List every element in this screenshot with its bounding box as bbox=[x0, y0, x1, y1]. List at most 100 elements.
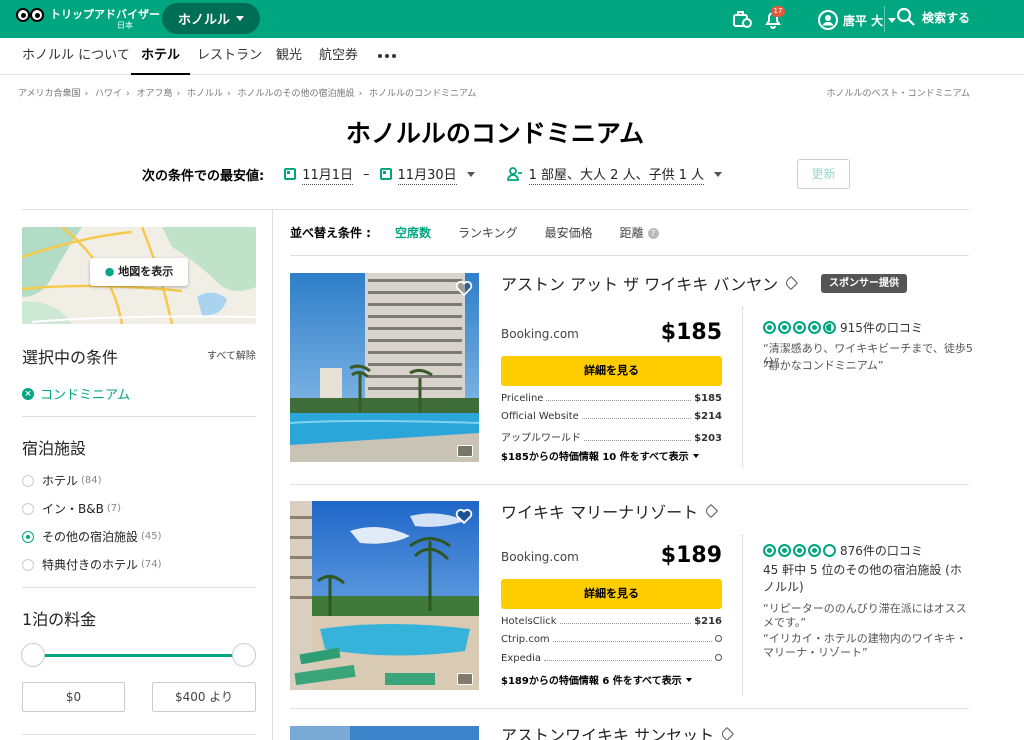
review-count: 876件の口コミ bbox=[840, 544, 923, 558]
tab-attractions[interactable]: 観光 bbox=[276, 38, 302, 75]
date-label: 次の条件での最安値: bbox=[142, 168, 265, 184]
sponsored-badge: スポンサー提供 bbox=[821, 274, 907, 293]
hotel-photo[interactable] bbox=[290, 273, 479, 462]
chevron-down-icon[interactable] bbox=[714, 171, 723, 177]
divider bbox=[22, 734, 256, 735]
update-button[interactable]: 更新 bbox=[797, 159, 850, 189]
price-slider-track[interactable] bbox=[34, 654, 244, 657]
guests-selector[interactable]: 1 部屋、大人 2 人、子供 1 人 bbox=[528, 164, 705, 185]
hotel-name-text: アストン アット ザ ワイキキ バンヤン bbox=[501, 275, 779, 294]
checkin-date[interactable]: 11月1日 bbox=[302, 164, 354, 185]
breadcrumb-item[interactable]: オアフ島 bbox=[137, 89, 173, 99]
filter-label: ホテル bbox=[42, 474, 79, 488]
chevron-down-icon bbox=[888, 17, 897, 23]
geo-selector[interactable]: ホノルル bbox=[162, 3, 261, 34]
filter-perks[interactable]: 特典付きのホテル (74) bbox=[22, 556, 162, 573]
sort-availability[interactable]: 空席数 bbox=[395, 224, 431, 241]
tab-hotels[interactable]: ホテル bbox=[131, 38, 191, 75]
breadcrumb: アメリカ合衆国 › ハワイ › オアフ島 › ホノルル › ホノルルのその他の宿泊施設 ›… bbox=[18, 89, 477, 99]
radio-button[interactable] bbox=[22, 474, 34, 487]
divider bbox=[742, 535, 743, 695]
tab-flights[interactable]: 航空券 bbox=[319, 38, 358, 75]
radio-button[interactable] bbox=[22, 502, 34, 515]
best-condos-link[interactable]: ホノルルのベスト・コンドミニアム bbox=[826, 86, 970, 99]
rating[interactable]: 915件の口コミ bbox=[763, 319, 923, 336]
show-map-button[interactable]: ● 地図を表示 bbox=[90, 258, 188, 286]
sort-ranking[interactable]: ランキング bbox=[458, 224, 518, 241]
rating[interactable]: 876件の口コミ bbox=[763, 542, 923, 559]
sort-bar: 並べ替え条件 : 空席数 ランキング 最安価格 距離? bbox=[290, 224, 686, 241]
radio-button-selected[interactable] bbox=[22, 530, 34, 543]
offer-row[interactable]: Ctrip.com bbox=[501, 634, 722, 645]
hotel-name[interactable]: アストン アット ザ ワイキキ バンヤン bbox=[501, 271, 799, 295]
offer-row[interactable]: Priceline $185 bbox=[501, 393, 722, 404]
help-icon[interactable]: ? bbox=[647, 228, 659, 239]
breadcrumb-item[interactable]: ホノルルのその他の宿泊施設 bbox=[238, 89, 355, 99]
more-icon[interactable] bbox=[378, 54, 396, 58]
heart-icon[interactable] bbox=[455, 279, 473, 297]
breadcrumb-item-current: ホノルルのコンドミニアム bbox=[369, 89, 477, 99]
offer-price: $216 bbox=[694, 616, 722, 627]
hotel-photo[interactable] bbox=[290, 501, 479, 690]
heart-icon[interactable] bbox=[455, 507, 473, 525]
notification-badge: 17 bbox=[771, 6, 785, 17]
tag-icon bbox=[720, 726, 735, 740]
view-deal-button[interactable]: 詳細を見る bbox=[501, 579, 722, 609]
all-deals-link[interactable]: $185からの特価情報 10 件をすべて表示 bbox=[501, 448, 699, 463]
breadcrumb-item[interactable]: アメリカ合衆国 bbox=[18, 89, 81, 99]
review-snippet[interactable]: “イリカイ・ホテルの建物内のワイキキ・マリーナ・リゾート” bbox=[763, 632, 973, 660]
chevron-down-icon[interactable] bbox=[466, 171, 475, 177]
hotel-name[interactable]: アストンワイキキ サンセット bbox=[501, 722, 735, 740]
checkout-date[interactable]: 11月30日 bbox=[397, 164, 457, 185]
tag-icon bbox=[784, 275, 799, 291]
review-snippet[interactable]: “リピーターののんびり滞在派にはオススメです。” bbox=[763, 602, 973, 630]
provider-name[interactable]: Booking.com bbox=[501, 550, 579, 564]
offer-row[interactable]: Expedia bbox=[501, 653, 722, 664]
all-deals-label: $185からの特価情報 10 件をすべて表示 bbox=[501, 452, 689, 463]
ranking-text[interactable]: 45 軒中 5 位のその他の宿泊施設 (ホノルル) bbox=[763, 562, 973, 596]
price-max-input[interactable]: $400 より bbox=[152, 682, 256, 712]
offer-row[interactable]: HotelsClick $216 bbox=[501, 616, 722, 627]
search-button[interactable]: 検索する bbox=[896, 7, 970, 27]
offer-row[interactable]: アップルワールド $203 bbox=[501, 429, 722, 444]
logo[interactable]: トリップアドバイザー bbox=[16, 7, 160, 23]
map-pin-icon: ● bbox=[104, 265, 115, 278]
sort-distance[interactable]: 距離? bbox=[620, 224, 659, 241]
price-heading: 1泊の料金 bbox=[22, 610, 97, 629]
price-min-input[interactable]: $0 bbox=[22, 682, 125, 712]
review-snippet[interactable]: “静かなコンドミニアム” bbox=[763, 359, 973, 373]
hotel-name[interactable]: ワイキキ マリーナリゾート bbox=[501, 499, 719, 523]
hotel-photo[interactable] bbox=[290, 726, 479, 740]
gallery-icon[interactable] bbox=[457, 673, 473, 685]
search-icon bbox=[715, 654, 722, 661]
filter-count: (45) bbox=[141, 531, 162, 542]
view-deal-button[interactable]: 詳細を見る bbox=[501, 356, 722, 386]
close-icon: × bbox=[22, 387, 34, 400]
hotel-price[interactable]: $189 bbox=[620, 543, 722, 568]
filter-other[interactable]: その他の宿泊施設 (45) bbox=[22, 528, 162, 545]
tab-restaurants[interactable]: レストラン bbox=[197, 38, 262, 75]
filter-inn[interactable]: イン・B&B (7) bbox=[22, 500, 121, 517]
tag-icon bbox=[704, 503, 719, 519]
clear-all-link[interactable]: すべて解除 bbox=[207, 347, 256, 362]
search-label: 検索する bbox=[922, 10, 971, 25]
gallery-icon[interactable] bbox=[457, 445, 473, 457]
breadcrumb-item[interactable]: ハワイ bbox=[95, 89, 122, 99]
offer-row[interactable]: Official Website $214 bbox=[501, 411, 722, 422]
radio-button[interactable] bbox=[22, 558, 34, 571]
provider-name[interactable]: Booking.com bbox=[501, 327, 579, 341]
price-slider-min-handle[interactable] bbox=[21, 643, 45, 667]
breadcrumb-item[interactable]: ホノルル bbox=[187, 89, 223, 99]
all-deals-link[interactable]: $189からの特価情報 6 件をすべて表示 bbox=[501, 672, 692, 687]
filter-hotel[interactable]: ホテル (84) bbox=[22, 472, 102, 489]
sort-price[interactable]: 最安価格 bbox=[545, 224, 593, 241]
filter-count: (7) bbox=[106, 503, 121, 514]
selected-filter-chip[interactable]: × コンドミニアム bbox=[22, 384, 130, 403]
trips-icon[interactable] bbox=[731, 8, 753, 30]
map-preview[interactable]: ● 地図を表示 bbox=[22, 227, 256, 324]
hotel-price[interactable]: $185 bbox=[620, 320, 722, 345]
tab-about[interactable]: ホノルル について bbox=[22, 38, 130, 75]
divider bbox=[290, 708, 969, 709]
price-slider-max-handle[interactable] bbox=[232, 643, 256, 667]
column-divider bbox=[272, 210, 273, 740]
